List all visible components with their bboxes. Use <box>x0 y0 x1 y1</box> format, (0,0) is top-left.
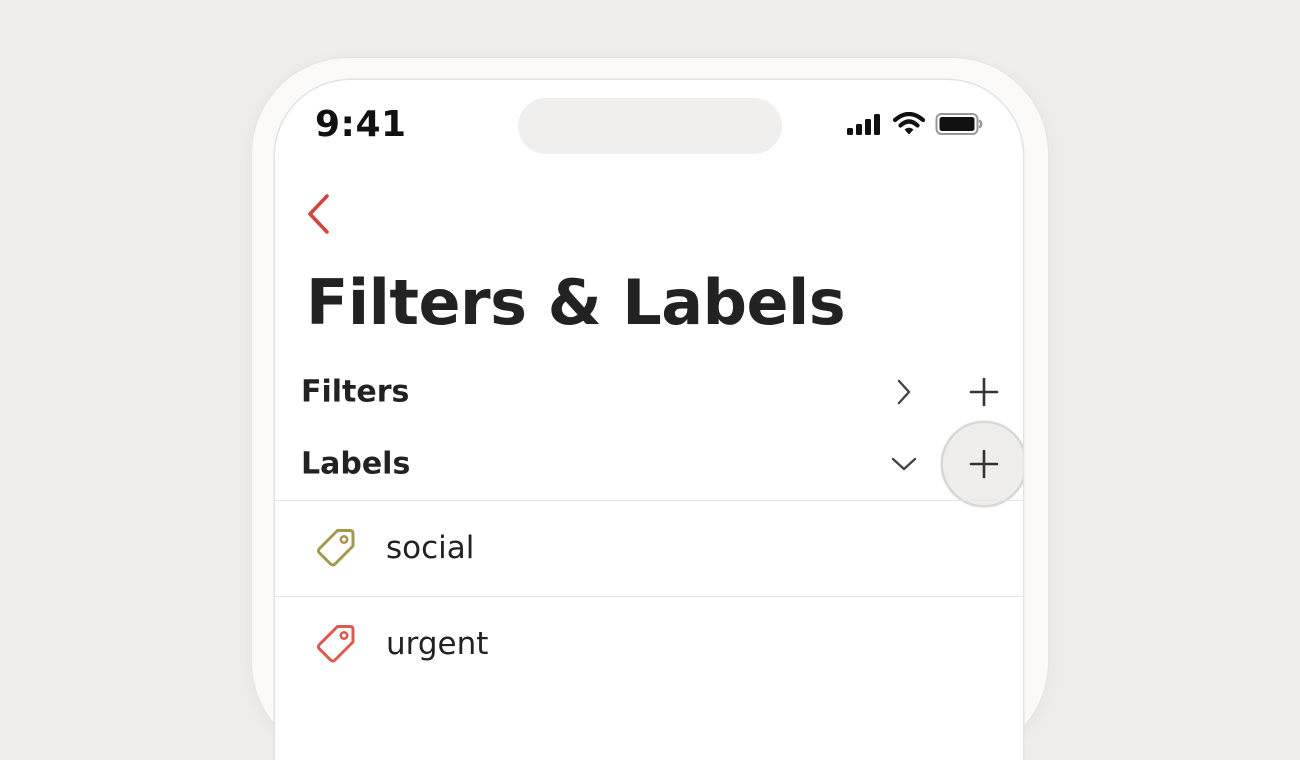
add-label-button[interactable] <box>943 423 1023 505</box>
label-name: social <box>386 530 475 566</box>
tag-icon <box>316 529 355 567</box>
chevron-left-icon <box>308 194 329 234</box>
add-filter-button[interactable] <box>943 351 1023 433</box>
plus-icon <box>969 377 999 407</box>
wifi-icon <box>893 112 925 135</box>
status-icons <box>847 112 983 136</box>
dynamic-island <box>518 98 782 154</box>
phone-screen: 9:41 Filters & Labels Filters Labels soc… <box>275 80 1023 760</box>
label-item-social[interactable]: social <box>275 501 1023 595</box>
section-filters: Filters <box>275 362 1023 422</box>
signal-icon <box>847 114 880 135</box>
page-title: Filters & Labels <box>306 266 846 339</box>
chevron-down-icon <box>891 457 917 471</box>
section-labels: Labels <box>275 423 1023 505</box>
tag-icon <box>316 625 355 663</box>
label-item-urgent[interactable]: urgent <box>275 597 1023 691</box>
plus-icon <box>969 449 999 479</box>
section-labels-label: Labels <box>301 446 411 482</box>
labels-collapse-button[interactable] <box>887 447 921 481</box>
label-name: urgent <box>386 626 489 662</box>
battery-icon <box>935 113 983 135</box>
status-time: 9:41 <box>315 104 407 145</box>
back-button[interactable] <box>301 192 335 236</box>
filters-expand-button[interactable] <box>887 375 921 409</box>
chevron-right-icon <box>897 379 911 405</box>
section-filters-label: Filters <box>301 374 410 410</box>
